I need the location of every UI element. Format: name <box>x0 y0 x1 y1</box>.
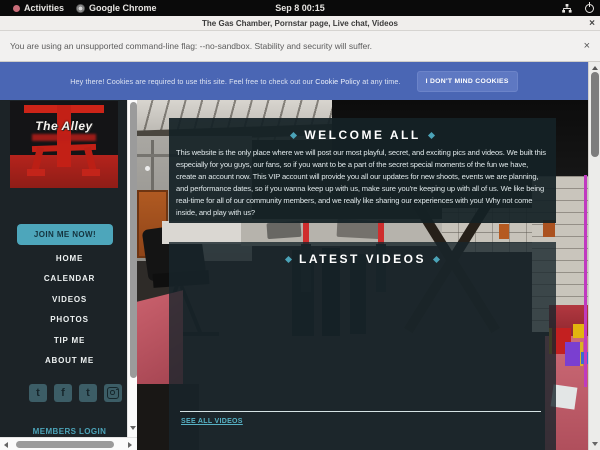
cookie-policy-link[interactable]: Cookie Policy <box>315 77 360 86</box>
gnome-top-bar: Activities Google Chrome Sep 8 00:15 <box>0 0 600 16</box>
sidebar-horizontal-scrollbar[interactable] <box>0 437 137 450</box>
sidebar-vertical-scrollbar[interactable] <box>127 100 137 437</box>
social-links: t f t <box>29 384 122 402</box>
photo-white-wall <box>162 221 244 244</box>
page-viewport: Hey there! Cookies are required to use t… <box>0 62 588 450</box>
cookie-message: Hey there! Cookies are required to use t… <box>70 77 400 86</box>
system-tray[interactable] <box>562 0 594 16</box>
members-login-link[interactable]: MEMBERS LOGIN <box>0 427 127 436</box>
cookie-message-after: at any time. <box>360 77 400 86</box>
logo-text: The Alley <box>10 119 118 133</box>
see-all-videos-link[interactable]: SEE ALL VIDEOS <box>181 418 243 425</box>
latest-videos-panel: LATEST VIDEOS SEE ALL VIDEOS <box>169 242 556 450</box>
logo-frame-foot <box>82 169 100 176</box>
sidebar-item-videos[interactable]: VIDEOS <box>0 289 127 310</box>
sidebar-item-about-me[interactable]: ABOUT ME <box>0 351 127 372</box>
sidebar-nav: HOME CALENDAR VIDEOS PHOTOS TIP ME ABOUT… <box>0 248 127 371</box>
sidebar: The Alley JOIN ME NOW! HOME CALENDAR VID… <box>0 100 127 437</box>
diamond-icon <box>290 131 297 138</box>
flag-warning-text: You are using an unsupported command-lin… <box>10 41 372 51</box>
photo-orange-object <box>499 224 509 239</box>
window-title: The Gas Chamber, Pornstar page, Live cha… <box>202 19 398 28</box>
latest-videos-heading: LATEST VIDEOS <box>169 252 556 266</box>
twitter-icon[interactable]: t <box>29 384 47 402</box>
latest-videos-title: LATEST VIDEOS <box>299 252 426 266</box>
window-close-button[interactable]: × <box>589 16 595 31</box>
logo-red-subtext-blur <box>32 134 96 141</box>
page-content: The Alley JOIN ME NOW! HOME CALENDAR VID… <box>0 100 588 450</box>
instagram-lens-icon <box>110 390 115 395</box>
instagram-camera-icon <box>107 387 119 399</box>
sidebar-horizontal-scrollbar-thumb[interactable] <box>16 441 114 448</box>
scroll-left-arrow-icon[interactable] <box>4 442 8 448</box>
welcome-body-text: This website is the only place where we … <box>176 147 549 220</box>
clock[interactable]: Sep 8 00:15 <box>0 0 600 16</box>
facebook-icon[interactable]: f <box>54 384 72 402</box>
diamond-icon <box>433 255 440 262</box>
photo-red-candle <box>303 220 309 244</box>
screen: Activities Google Chrome Sep 8 00:15 The… <box>0 0 600 450</box>
join-me-now-button[interactable]: JOIN ME NOW! <box>17 224 113 245</box>
window-title-bar: The Gas Chamber, Pornstar page, Live cha… <box>0 16 600 31</box>
photo-graffiti <box>266 221 301 239</box>
network-icon <box>562 4 572 13</box>
power-icon <box>585 4 594 13</box>
diamond-icon <box>285 255 292 262</box>
photo-red-candle <box>378 220 384 244</box>
welcome-title: WELCOME ALL <box>304 128 420 142</box>
sidebar-vertical-scrollbar-thumb[interactable] <box>130 102 137 378</box>
divider-line <box>180 411 541 412</box>
welcome-heading: WELCOME ALL <box>169 128 556 142</box>
cookie-accept-button[interactable]: I DON'T MIND COOKIES <box>417 71 518 92</box>
sidebar-item-home[interactable]: HOME <box>0 248 127 269</box>
instagram-icon[interactable] <box>104 384 122 402</box>
scroll-down-arrow-icon[interactable] <box>592 442 598 446</box>
browser-vertical-scrollbar[interactable] <box>588 62 600 450</box>
browser-scrollbar-thumb[interactable] <box>591 72 599 157</box>
logo-frame-foot <box>27 169 45 176</box>
photo-light-switch <box>145 166 150 171</box>
main-area: WELCOME ALL This website is the only pla… <box>137 100 588 450</box>
sidebar-item-calendar[interactable]: CALENDAR <box>0 269 127 290</box>
warning-close-button[interactable]: × <box>584 40 590 52</box>
photo-magenta-stripe <box>584 175 587 387</box>
diamond-icon <box>428 131 435 138</box>
chrome-flag-warning-bar: You are using an unsupported command-lin… <box>0 31 600 62</box>
sidebar-item-tip-me[interactable]: TIP ME <box>0 330 127 351</box>
instagram-flash-icon <box>116 389 118 391</box>
clock-label: Sep 8 00:15 <box>275 3 325 13</box>
scroll-down-arrow-icon[interactable] <box>130 426 136 430</box>
sidebar-item-photos[interactable]: PHOTOS <box>0 310 127 331</box>
scroll-up-arrow-icon[interactable] <box>592 66 598 70</box>
cookie-notice-bar: Hey there! Cookies are required to use t… <box>0 62 588 100</box>
site-logo[interactable]: The Alley <box>10 101 118 188</box>
scroll-right-arrow-icon[interactable] <box>128 442 132 448</box>
welcome-panel: WELCOME ALL This website is the only pla… <box>169 118 556 223</box>
tumblr-icon[interactable]: t <box>79 384 97 402</box>
cookie-message-before: Hey there! Cookies are required to use t… <box>70 77 315 86</box>
